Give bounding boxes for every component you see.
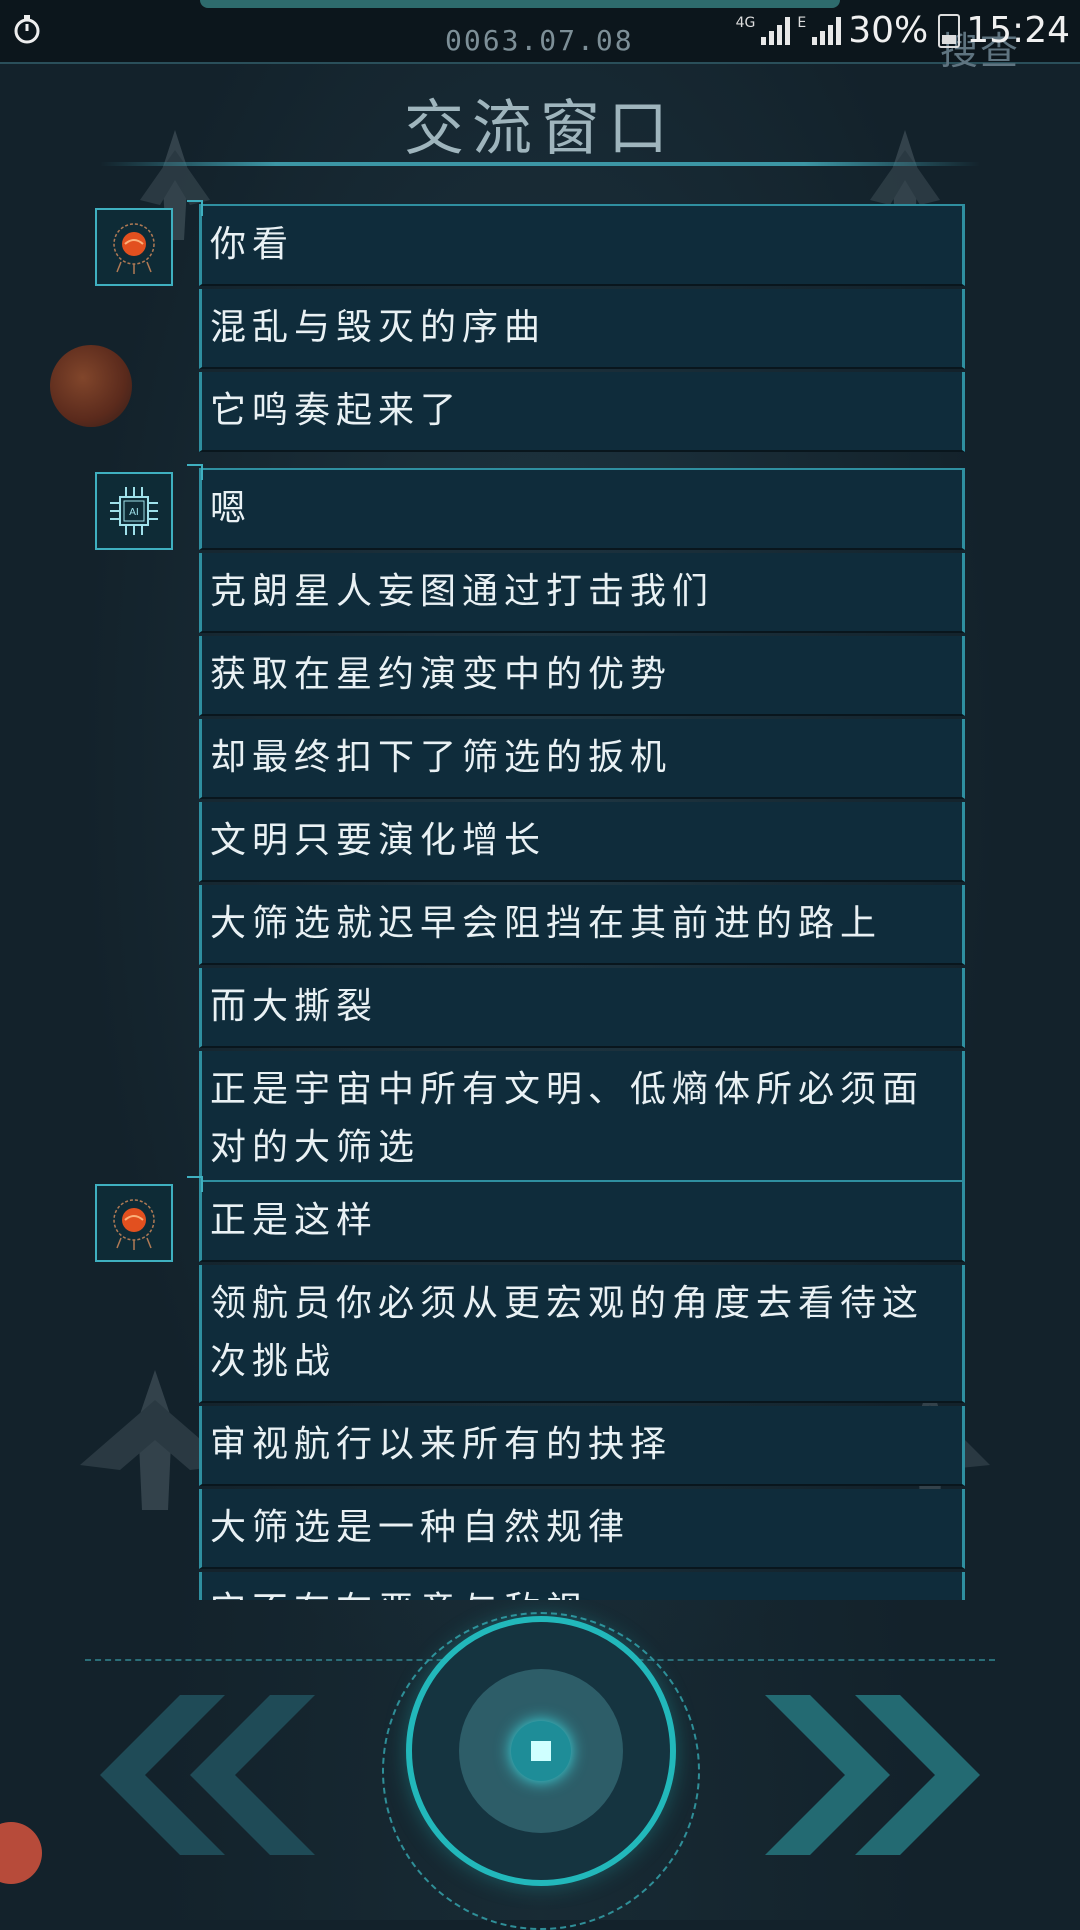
message-line: 嗯 [199,468,965,550]
system-status: 4G E 30% 15:24 [736,10,1070,51]
message-line: 你看 [199,204,965,286]
status-bar: 0063.07.08 搜查 4G E 30% 15:24 [0,0,1080,73]
message-line: 文明只要演化增长 [199,802,965,882]
message-bubbles: 你看 混乱与毁灭的序曲 它鸣奏起来了 [187,200,965,455]
page-title: 交流窗口 [404,94,676,164]
stop-icon [531,1741,551,1761]
message-line: 正是宇宙中所有文明、低熵体所必须面对的大筛选 [199,1051,965,1189]
message-line: 而大撕裂 [199,968,965,1048]
bubble-corner [187,200,203,216]
next-chevron-button[interactable] [760,1695,980,1855]
battery-icon [938,13,961,48]
message-line: 它不存在恶意与敌视 [199,1572,965,1600]
planet-avatar-icon [113,223,155,274]
stopwatch-icon [14,15,40,44]
planet-avatar-icon [113,1199,155,1250]
network-type-e: E [797,14,807,31]
battery-percent: 30% [848,10,929,51]
title-divider [100,162,980,166]
status-bar-accent [200,0,840,8]
network-type-4g: 4G [735,14,756,31]
message-line: 它鸣奏起来了 [199,372,965,452]
message-line: 正是这样 [199,1180,965,1262]
message-line: 领航员你必须从更宏观的角度去看待这次挑战 [199,1265,965,1403]
clock: 15:24 [966,10,1070,51]
signal-icon [761,16,791,45]
message-line: 却最终扣下了筛选的扳机 [199,719,965,799]
bubble-corner [187,1176,203,1192]
message-line: 混乱与毁灭的序曲 [199,289,965,369]
avatar [95,1184,173,1262]
message-bubbles: 嗯 克朗星人妄图通过打击我们 获取在星约演变中的优势 却最终扣下了筛选的扳机 文… [187,464,965,1192]
game-date: 0063.07.08 [445,24,634,57]
ai-chip-icon: AI [110,487,158,535]
message-line: 审视航行以来所有的抉择 [199,1406,965,1486]
previous-chevron-button[interactable] [100,1695,320,1855]
signal-icon-2 [812,16,842,45]
avatar: AI [95,472,173,550]
bubble-corner [187,464,203,480]
message-line: 大筛选是一种自然规律 [199,1489,965,1569]
message-line: 克朗星人妄图通过打击我们 [199,553,965,633]
avatar [95,208,173,286]
message-bubbles: 正是这样 领航员你必须从更宏观的角度去看待这次挑战 审视航行以来所有的抉择 大筛… [187,1176,965,1600]
ai-chip-label: AI [129,507,139,518]
message-line: 获取在星约演变中的优势 [199,636,965,716]
message-line: 大筛选就迟早会阻挡在其前进的路上 [199,885,965,965]
chat-log[interactable]: 你看 混乱与毁灭的序曲 它鸣奏起来了 AI 嗯 克朗星人妄图通过打击我们 获取在… [0,200,1080,1600]
